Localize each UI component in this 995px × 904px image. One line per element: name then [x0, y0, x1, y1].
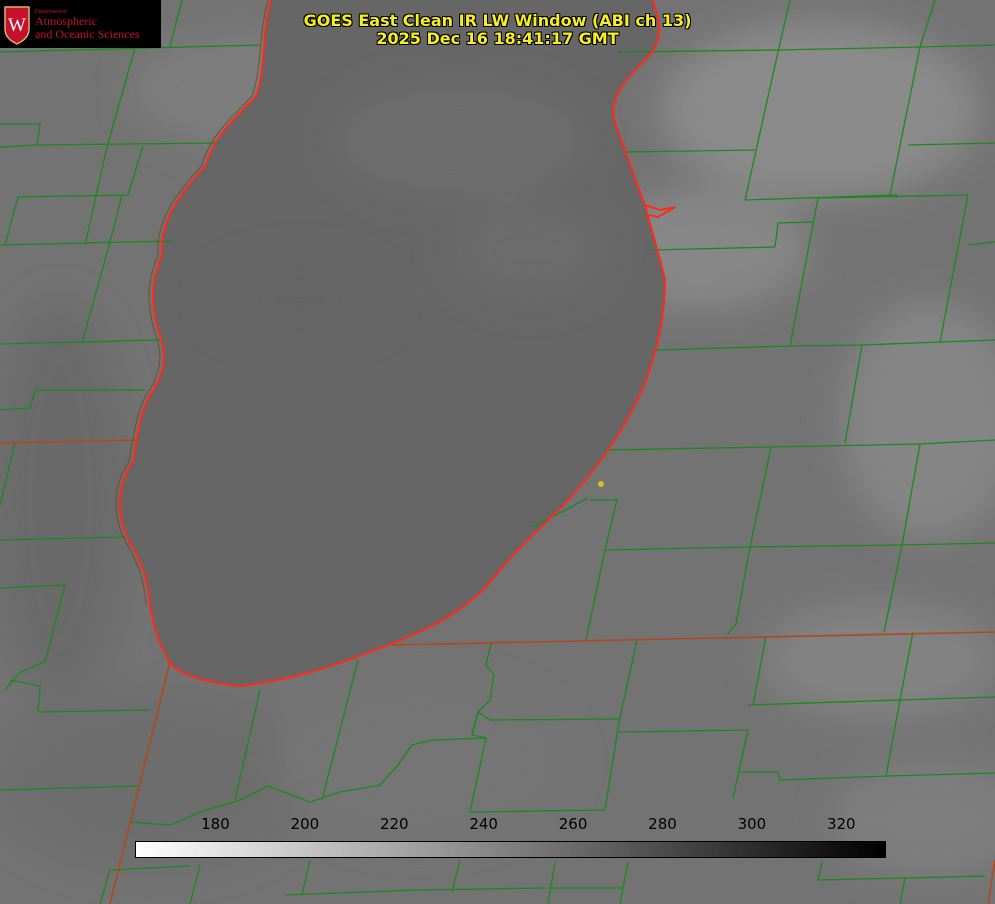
crest-letter: W: [8, 15, 26, 36]
colorbar-tick-label: 180: [201, 815, 230, 833]
satellite-map: W Department of Atmospheric and Oceanic …: [0, 0, 995, 904]
colorbar-tick-label: 320: [826, 815, 856, 833]
colorbar-tick-label: 280: [648, 815, 677, 833]
logo-line-2: and Oceanic Sciences: [35, 27, 140, 41]
image-timestamp: 2025 Dec 16 18:41:17 GMT: [376, 29, 619, 48]
colorbar-tick-label: 260: [558, 815, 588, 833]
colorbar-tick-label: 200: [290, 815, 320, 833]
colorbar-tick-label: 220: [379, 815, 409, 833]
location-dot-icon: [598, 481, 604, 487]
map-canvas: [0, 0, 995, 904]
colorbar: [135, 841, 886, 858]
colorbar-tick-label: 300: [737, 815, 767, 833]
colorbar-tick-label: 240: [469, 815, 498, 833]
uw-aos-logo: W Department of Atmospheric and Oceanic …: [0, 0, 161, 48]
crest-icon: W: [4, 6, 30, 45]
image-title: GOES East Clean IR LW Window (ABI ch 13): [303, 11, 692, 30]
